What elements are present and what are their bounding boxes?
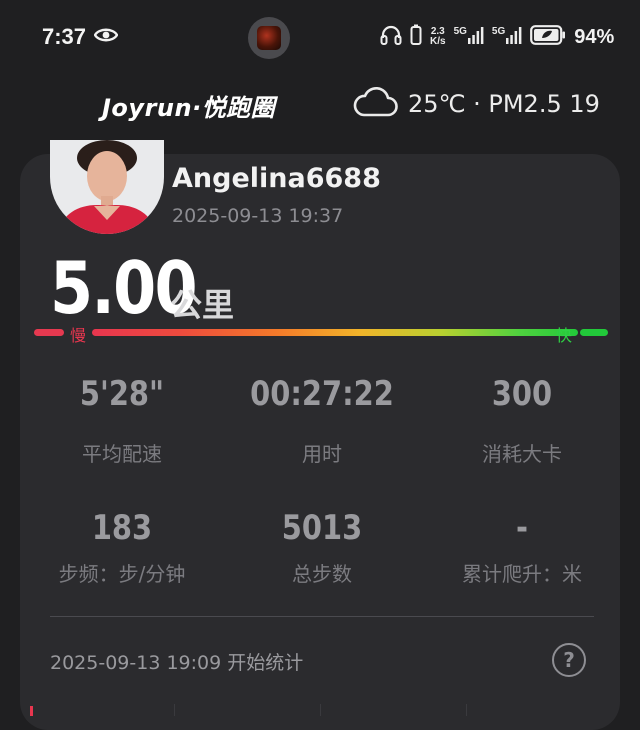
pace-gradient-bar xyxy=(34,329,608,337)
signal-2: 5G xyxy=(492,26,522,48)
cloud-icon xyxy=(352,84,398,124)
earbud-battery-icon xyxy=(410,24,422,50)
headphones-icon xyxy=(380,25,402,49)
eye-icon xyxy=(93,26,119,48)
avg-pace-label: 平均配速 xyxy=(82,442,162,466)
help-icon[interactable]: ? xyxy=(552,643,586,677)
status-time: 7:37 xyxy=(42,24,87,49)
signal-1: 5G xyxy=(454,26,484,48)
duration-value: 00:27:22 xyxy=(250,374,394,414)
pace-bar-slow-segment xyxy=(34,329,64,336)
slow-label: 慢 xyxy=(70,326,87,345)
brand-logo: Joyrun·悦跑圈 xyxy=(102,94,276,122)
cadence-value: 183 xyxy=(91,508,153,548)
duration-label: 用时 xyxy=(302,442,342,466)
weather-text: 25℃ · PM2.5 19 xyxy=(408,90,600,118)
signal-bars-icon xyxy=(467,26,484,48)
battery-icon xyxy=(530,25,566,49)
divider xyxy=(50,616,594,617)
app-notification-icon xyxy=(248,17,290,59)
calories-value: 300 xyxy=(491,374,553,414)
weather-info: 25℃ · PM2.5 19 xyxy=(352,84,600,124)
total-steps-value: 5013 xyxy=(281,508,363,548)
chart-preview-edge xyxy=(0,700,640,716)
network-speed: 2.3 K/s xyxy=(430,26,446,47)
cadence-label: 步频：步/分钟 xyxy=(58,562,186,586)
pace-bar-gradient xyxy=(92,329,578,336)
battery-percent: 94% xyxy=(574,25,615,48)
calories-label: 消耗大卡 xyxy=(482,442,562,466)
run-datetime: 2025-09-13 19:37 xyxy=(172,205,344,227)
fast-label: 快 xyxy=(556,326,573,345)
avg-pace-value: 5'28" xyxy=(79,374,165,414)
app-header: Joyrun·悦跑圈 25℃ · PM2.5 19 xyxy=(0,76,640,136)
signal-bars-icon xyxy=(506,26,522,48)
elevation-label: 累计爬升：米 xyxy=(462,562,582,586)
stats-start-time: 2025-09-13 19:09 开始统计 xyxy=(50,652,304,674)
status-bar: 7:37 2.3 K/s 5G 5G 94% xyxy=(0,0,640,76)
pace-bar-fast-segment xyxy=(580,329,608,336)
username[interactable]: Angelina6688 xyxy=(172,163,381,194)
elevation-value: - xyxy=(515,508,529,548)
total-steps-label: 总步数 xyxy=(292,562,352,586)
distance-unit: 公里 xyxy=(170,286,235,324)
status-indicators: 2.3 K/s 5G 5G 94% xyxy=(380,24,614,50)
